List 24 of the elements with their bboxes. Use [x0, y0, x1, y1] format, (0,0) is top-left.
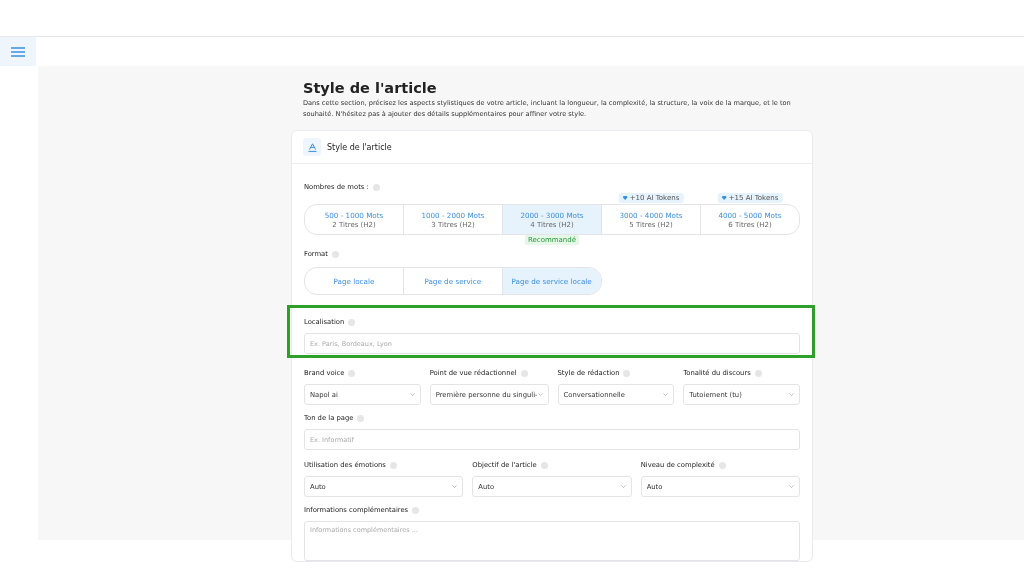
menu-button[interactable] — [0, 37, 36, 66]
chevron-down-icon — [663, 393, 669, 396]
chevron-down-icon — [789, 485, 794, 488]
help-icon — [331, 250, 339, 258]
section-title: Style de l'article — [303, 80, 438, 96]
text-style-icon — [303, 138, 321, 156]
menu-icon — [11, 46, 25, 57]
help-icon — [389, 461, 397, 469]
help-icon — [357, 414, 365, 422]
help-icon — [754, 369, 762, 377]
help-icon — [718, 461, 726, 469]
card-title: Style de l'article — [327, 142, 392, 152]
help-icon — [348, 369, 356, 377]
chevron-down-icon — [409, 393, 415, 396]
help-icon — [412, 506, 420, 514]
help-icon — [540, 461, 548, 469]
chevron-down-icon — [789, 393, 794, 396]
chevron-down-icon — [620, 485, 626, 488]
help-icon — [623, 369, 631, 377]
help-icon — [348, 318, 356, 326]
chevron-down-icon — [452, 485, 458, 488]
help-icon — [520, 369, 528, 377]
help-icon — [372, 183, 380, 191]
chevron-down-icon — [537, 393, 543, 396]
